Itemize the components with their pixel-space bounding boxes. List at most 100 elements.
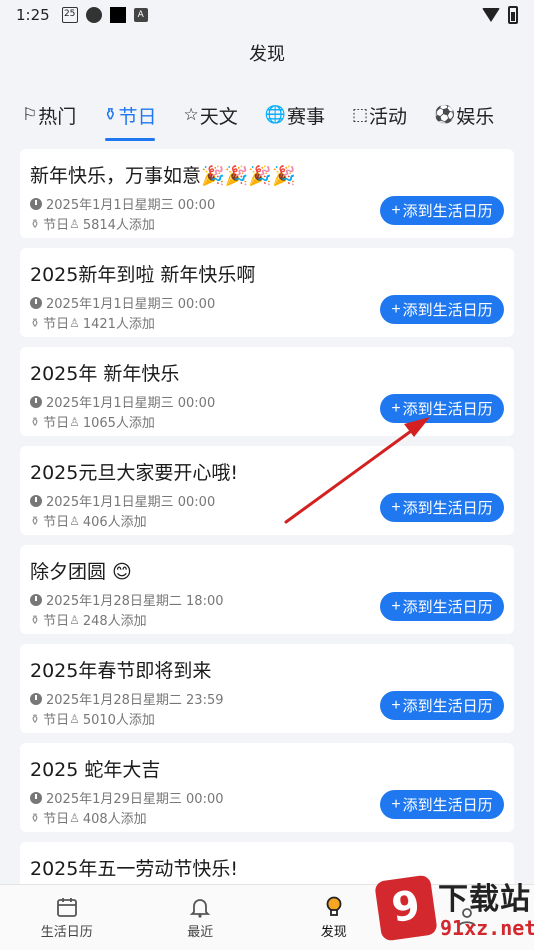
category-tabs: ⚐ 热门 ⚱ 节日 ☆ 天文 🌐 赛事 ⬚ 活动 ⚽ 娱乐 (22, 98, 522, 142)
event-meta-row: ⚱ 节日 ♙ 5814人添加 (30, 214, 155, 234)
event-title: 2025年春节即将到来 (30, 660, 212, 682)
status-bar: 1:25 25 A (0, 0, 534, 30)
add-to-calendar-button[interactable]: + 添到生活日历 (380, 295, 504, 324)
add-to-calendar-button[interactable]: + 添到生活日历 (380, 493, 504, 522)
tab-2[interactable]: ☆ 天文 (184, 98, 238, 132)
event-card[interactable]: 2025 蛇年大吉 2025年1月29日星期三 00:00 ⚱ 节日 ♙ 408人添加 + 添… (20, 743, 514, 832)
event-card[interactable]: 2025元旦大家要开心哦! 2025年1月1日星期三 00:00 ⚱ 节日 ♙ 406人添… (20, 446, 514, 535)
tab-3[interactable]: 🌐 赛事 (265, 98, 325, 132)
event-meta-row: ⚱ 节日 ♙ 248人添加 (30, 610, 147, 630)
event-card[interactable]: 2025新年到啦 新年快乐啊 2025年1月1日星期三 00:00 ⚱ 节日 ♙ 1421… (20, 248, 514, 337)
nav-label: 生活日历 (40, 925, 93, 940)
lightbulb-icon (322, 895, 346, 919)
a-notification-icon: A (133, 8, 148, 22)
person-icon: ♙ (69, 711, 80, 726)
lantern-icon: ⚱ (103, 105, 118, 125)
add-to-calendar-button[interactable]: + 添到生活日历 (380, 790, 504, 819)
page-title: 发现 (249, 44, 285, 65)
lantern-icon: ⚱ (30, 612, 41, 627)
add-button-label: 添到生活日历 (402, 302, 493, 319)
event-category: 节日 (43, 416, 70, 431)
person-icon: ♙ (69, 315, 80, 330)
event-time: 2025年1月1日星期三 00:00 (46, 495, 216, 510)
event-time-row: 2025年1月1日星期三 00:00 (30, 392, 215, 411)
battery-icon (508, 6, 518, 24)
tab-label: 热门 (38, 105, 77, 128)
add-button-label: 添到生活日历 (402, 599, 493, 616)
clock-icon (30, 296, 42, 309)
add-button-label: 添到生活日历 (402, 698, 493, 715)
add-to-calendar-button[interactable]: + 添到生活日历 (380, 592, 504, 621)
event-title: 新年快乐，万事如意🎉🎉🎉🎉 (30, 165, 296, 187)
black-square-icon (109, 7, 126, 23)
tab-label: 赛事 (286, 105, 325, 128)
add-to-calendar-button[interactable]: + 添到生活日历 (380, 394, 504, 423)
event-meta-row: ⚱ 节日 ♙ 406人添加 (30, 511, 147, 531)
lantern-icon: ⚱ (30, 216, 41, 231)
clock-icon (30, 494, 42, 507)
lantern-icon: ⚱ (30, 315, 41, 330)
event-card[interactable]: 除夕团圆 😊 2025年1月28日星期二 18:00 ⚱ 节日 ♙ 248人添加 + 添到生活… (20, 545, 514, 634)
lantern-icon: ⚱ (30, 513, 41, 528)
plus-icon: + (391, 498, 401, 516)
event-card[interactable]: 新年快乐，万事如意🎉🎉🎉🎉 2025年1月1日星期三 00:00 ⚱ 节日 ♙ 5814人… (20, 149, 514, 238)
add-button-label: 添到生活日历 (402, 203, 493, 220)
add-to-calendar-button[interactable]: + 添到生活日历 (380, 691, 504, 720)
event-title: 2025元旦大家要开心哦! (30, 462, 238, 484)
flag-icon: ⚐ (22, 105, 38, 125)
event-title: 2025年 新年快乐 (30, 363, 180, 385)
event-meta-row: ⚱ 节日 ♙ 1065人添加 (30, 412, 155, 432)
nav-label: 发现 (320, 925, 347, 940)
event-card[interactable]: 2025年 新年快乐 2025年1月1日星期三 00:00 ⚱ 节日 ♙ 1065人添加 +… (20, 347, 514, 436)
event-add-count: 1421人添加 (82, 317, 155, 332)
ticket-icon: ⬚ (351, 105, 369, 125)
watermark-badge: 9 (374, 874, 438, 942)
plus-icon: + (391, 300, 401, 318)
watermark-text-top: 下载站 (438, 882, 531, 917)
plus-icon: + (391, 201, 401, 219)
status-time: 1:25 (16, 6, 50, 24)
plus-icon: + (391, 399, 401, 417)
event-time-row: 2025年1月28日星期二 18:00 (30, 590, 224, 609)
bell-icon (188, 895, 212, 919)
event-title: 2025新年到啦 新年快乐啊 (30, 264, 256, 286)
plus-icon: + (391, 597, 401, 615)
ball-icon: ⚽ (434, 105, 456, 125)
event-category: 节日 (43, 713, 70, 728)
person-icon: ♙ (69, 414, 80, 429)
nav-item-1[interactable]: 最近 (134, 885, 268, 950)
tab-5[interactable]: ⚽ 娱乐 (434, 98, 494, 132)
clock-icon (30, 197, 42, 210)
tab-label: 节日 (118, 105, 157, 128)
event-time-row: 2025年1月1日星期三 00:00 (30, 491, 215, 510)
event-time: 2025年1月29日星期三 00:00 (46, 792, 224, 807)
tab-1[interactable]: ⚱ 节日 (103, 98, 157, 141)
event-time-row: 2025年1月1日星期三 00:00 (30, 194, 215, 213)
tab-label: 活动 (369, 105, 408, 128)
event-meta-row: ⚱ 节日 ♙ 5010人添加 (30, 709, 155, 729)
tab-0[interactable]: ⚐ 热门 (22, 98, 76, 132)
event-category: 节日 (43, 218, 70, 233)
event-add-count: 406人添加 (82, 515, 147, 530)
event-add-count: 408人添加 (82, 812, 147, 827)
add-to-calendar-button[interactable]: + 添到生活日历 (380, 196, 504, 225)
clock-icon (30, 791, 42, 804)
event-list: 新年快乐，万事如意🎉🎉🎉🎉 2025年1月1日星期三 00:00 ⚱ 节日 ♙ 5814人… (20, 149, 514, 941)
event-title: 2025 蛇年大吉 (30, 759, 161, 781)
event-category: 节日 (43, 614, 70, 629)
person-icon: ♙ (69, 612, 80, 627)
tab-label: 娱乐 (456, 105, 495, 128)
person-icon: ♙ (69, 216, 80, 231)
tab-4[interactable]: ⬚ 活动 (352, 98, 407, 132)
tab-label: 天文 (199, 105, 238, 128)
event-category: 节日 (43, 515, 70, 530)
event-time: 2025年1月28日星期二 23:59 (46, 693, 224, 708)
add-button-label: 添到生活日历 (402, 797, 493, 814)
nav-label: 最近 (187, 925, 214, 940)
event-card[interactable]: 2025年春节即将到来 2025年1月28日星期二 23:59 ⚱ 节日 ♙ 5010人添… (20, 644, 514, 733)
event-category: 节日 (43, 317, 70, 332)
event-meta-row: ⚱ 节日 ♙ 1421人添加 (30, 313, 155, 333)
plus-icon: + (391, 795, 401, 813)
nav-item-0[interactable]: 生活日历 (0, 885, 134, 950)
clock-icon (30, 692, 42, 705)
